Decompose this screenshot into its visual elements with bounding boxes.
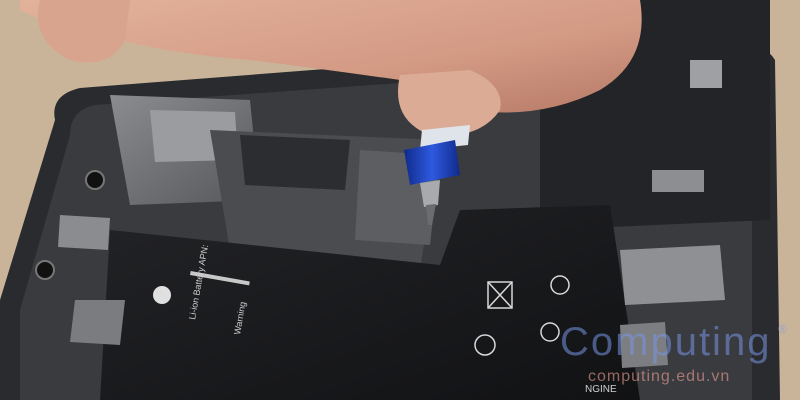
photo-scene: Li-ion Battery APN: Warning NGINE Comput… (0, 0, 800, 400)
watermark: Computing ® computing.edu.vn (548, 318, 798, 398)
camera-lens-icon (35, 260, 55, 280)
left-bracket (58, 215, 110, 250)
camera-lens-icon (85, 170, 105, 190)
flex-cable (240, 135, 350, 190)
metal-bracket (690, 60, 722, 88)
watermark-registered-icon: ® (778, 322, 787, 336)
metal-bracket (652, 170, 704, 192)
left-bracket (70, 300, 125, 345)
side-bracket (620, 245, 725, 305)
watermark-url: computing.edu.vn (588, 368, 731, 385)
apple-logo-icon (153, 286, 171, 304)
watermark-name: Computing (560, 320, 772, 364)
